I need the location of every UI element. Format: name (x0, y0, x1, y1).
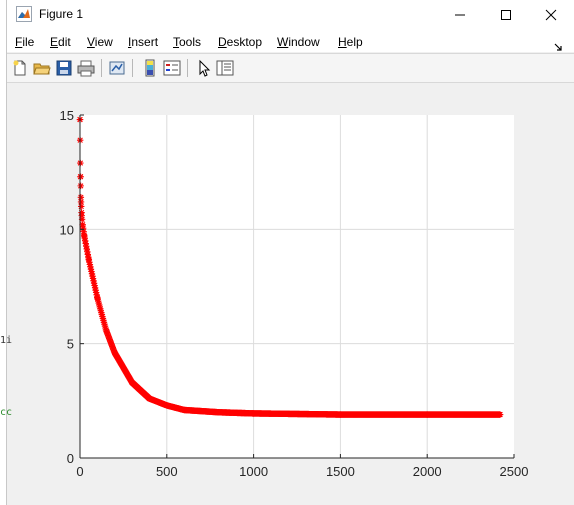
x-tick-label: 1500 (326, 464, 355, 479)
y-tick-label: 10 (60, 222, 74, 237)
data-point (77, 182, 84, 190)
data-point (496, 411, 503, 418)
data-point (78, 209, 85, 216)
axes-background[interactable] (80, 115, 514, 458)
y-tick-label: 0 (67, 451, 74, 466)
data-point (77, 198, 85, 206)
x-tick-label: 1000 (239, 464, 268, 479)
x-tick-label: 2500 (500, 464, 529, 479)
y-tick-label: 5 (67, 337, 74, 352)
x-tick-label: 0 (76, 464, 83, 479)
data-point (77, 173, 84, 180)
plot-canvas: 0 500 1000 1500 2000 2500 0 5 10 15 (60, 108, 529, 479)
x-tick-label: 500 (156, 464, 178, 479)
y-tick-label: 15 (60, 108, 74, 123)
x-tick-label: 2000 (413, 464, 442, 479)
